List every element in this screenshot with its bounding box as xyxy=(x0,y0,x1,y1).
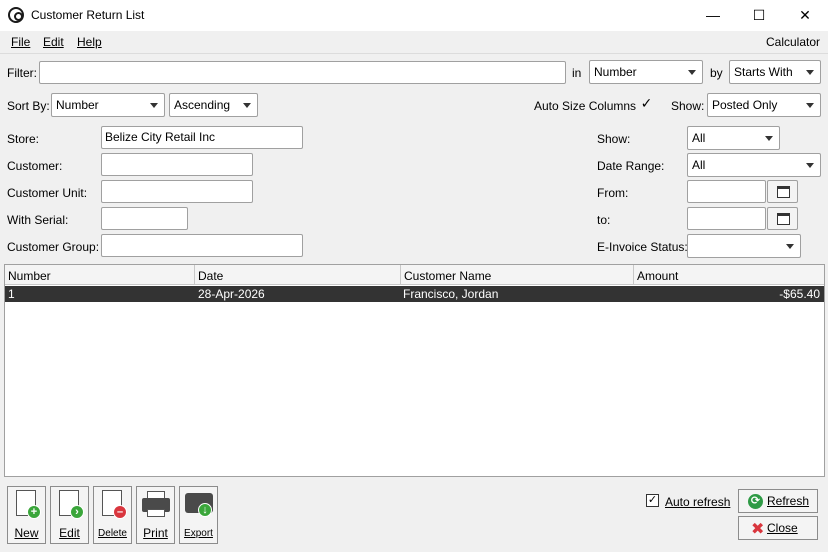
export-button-label: Export xyxy=(184,528,213,539)
from-calendar-button[interactable] xyxy=(767,180,798,203)
to-label: to: xyxy=(597,213,611,227)
chevron-down-icon xyxy=(806,70,814,75)
delete-icon: – xyxy=(113,505,127,519)
minimize-button[interactable]: — xyxy=(690,0,736,31)
auto-refresh-label: Auto refresh xyxy=(665,495,731,509)
print-button[interactable]: Print xyxy=(136,486,175,544)
chevron-down-icon xyxy=(806,103,814,108)
from-label: From: xyxy=(597,186,629,200)
filter-input[interactable] xyxy=(39,61,566,84)
cell-date: 28-Apr-2026 xyxy=(198,287,265,301)
close-x-icon: ✖ xyxy=(751,521,765,538)
filter-field-value: Number xyxy=(594,65,637,79)
edit-button-label: Edit xyxy=(59,526,80,540)
customer-unit-input[interactable] xyxy=(101,180,253,203)
close-window-button[interactable]: ✕ xyxy=(782,0,828,31)
chevron-down-icon xyxy=(243,103,251,108)
sort-field-select[interactable]: Number xyxy=(51,93,165,117)
show-status-select[interactable]: Posted Only xyxy=(707,93,821,117)
date-range-label: Date Range: xyxy=(597,159,665,173)
e-invoice-status-select[interactable] xyxy=(687,234,801,258)
customer-label: Customer: xyxy=(7,159,63,173)
delete-button[interactable]: – Delete xyxy=(93,486,132,544)
show-status-value: Posted Only xyxy=(712,98,778,112)
filter-in-label: in xyxy=(572,66,582,80)
column-header-amount[interactable]: Amount xyxy=(634,265,824,285)
close-button[interactable]: ✖ Close xyxy=(738,516,818,540)
print-button-label: Print xyxy=(143,526,168,540)
printer-output-icon xyxy=(147,509,165,517)
chevron-down-icon xyxy=(806,163,814,168)
cell-customer-name: Francisco, Jordan xyxy=(403,287,499,301)
sort-order-select[interactable]: Ascending xyxy=(169,93,258,117)
chevron-down-icon xyxy=(150,103,158,108)
customer-unit-label: Customer Unit: xyxy=(7,186,88,200)
sort-order-value: Ascending xyxy=(174,98,231,112)
menu-file[interactable]: File xyxy=(11,35,30,49)
close-button-label: Close xyxy=(767,521,798,535)
delete-button-label: Delete xyxy=(98,528,127,539)
store-input[interactable]: Belize City Retail Inc xyxy=(101,126,303,149)
customer-input[interactable] xyxy=(101,153,253,176)
e-invoice-status-label: E-Invoice Status: xyxy=(597,240,688,254)
chevron-down-icon xyxy=(765,136,773,141)
cell-amount: -$65.40 xyxy=(779,287,820,301)
customer-group-label: Customer Group: xyxy=(7,240,100,254)
filter-mode-value: Starts With xyxy=(734,65,793,79)
menu-help[interactable]: Help xyxy=(77,35,102,49)
show-value: All xyxy=(692,131,706,145)
column-header-number[interactable]: Number xyxy=(5,265,195,285)
edit-button[interactable]: › Edit xyxy=(50,486,89,544)
add-icon: + xyxy=(27,505,41,519)
auto-size-columns-label: Auto Size Columns xyxy=(534,99,637,113)
app-logo-icon xyxy=(8,7,24,23)
to-date-input[interactable] xyxy=(687,207,766,230)
menu-edit[interactable]: Edit xyxy=(43,35,64,49)
to-calendar-button[interactable] xyxy=(767,207,798,230)
maximize-button[interactable]: ☐ xyxy=(736,0,782,31)
filter-field-select[interactable]: Number xyxy=(589,60,703,84)
customer-group-input[interactable] xyxy=(101,234,303,257)
sort-field-value: Number xyxy=(56,98,99,112)
chevron-down-icon xyxy=(786,244,794,249)
export-button[interactable]: ↓ Export xyxy=(179,486,218,544)
calendar-icon xyxy=(777,213,790,225)
export-arrow-icon: ↓ xyxy=(198,503,212,517)
new-button[interactable]: + New xyxy=(7,486,46,544)
show-status-label: Show: xyxy=(671,99,705,113)
filter-by-label: by xyxy=(710,66,723,80)
column-header-date[interactable]: Date xyxy=(195,265,401,285)
calendar-icon xyxy=(777,186,790,198)
title-bar: Customer Return List — ☐ ✕ xyxy=(0,0,828,31)
window-title: Customer Return List xyxy=(31,8,145,22)
sort-by-label: Sort By: xyxy=(7,99,50,113)
with-serial-input[interactable] xyxy=(101,207,188,230)
edit-arrow-icon: › xyxy=(70,505,84,519)
auto-size-columns-checkbox[interactable]: ✓ xyxy=(640,96,653,111)
new-button-label: New xyxy=(14,526,39,540)
date-range-select[interactable]: All xyxy=(687,153,821,177)
date-range-value: All xyxy=(692,158,706,172)
store-label: Store: xyxy=(7,132,40,146)
filter-mode-select[interactable]: Starts With xyxy=(729,60,821,84)
table-row[interactable]: 1 28-Apr-2026 Francisco, Jordan -$65.40 xyxy=(5,286,824,302)
column-header-customer-name[interactable]: Customer Name xyxy=(401,265,634,285)
cell-number: 1 xyxy=(8,287,15,301)
refresh-button-label: Refresh xyxy=(767,494,810,508)
menu-bar: File Edit Help Calculator xyxy=(0,31,828,53)
show-select[interactable]: All xyxy=(687,126,780,150)
calculator-link[interactable]: Calculator xyxy=(766,35,820,49)
auto-refresh-checkbox[interactable]: ✓ xyxy=(646,494,659,507)
returns-table: Number Date Customer Name Amount 1 28-Ap… xyxy=(4,264,825,477)
refresh-icon: ⟳ xyxy=(748,494,763,509)
chevron-down-icon xyxy=(688,70,696,75)
filter-label: Filter: xyxy=(7,66,37,80)
from-date-input[interactable] xyxy=(687,180,766,203)
refresh-button[interactable]: ⟳ Refresh xyxy=(738,489,818,513)
show-label: Show: xyxy=(597,132,631,146)
with-serial-label: With Serial: xyxy=(7,213,69,227)
menu-divider xyxy=(0,53,828,54)
